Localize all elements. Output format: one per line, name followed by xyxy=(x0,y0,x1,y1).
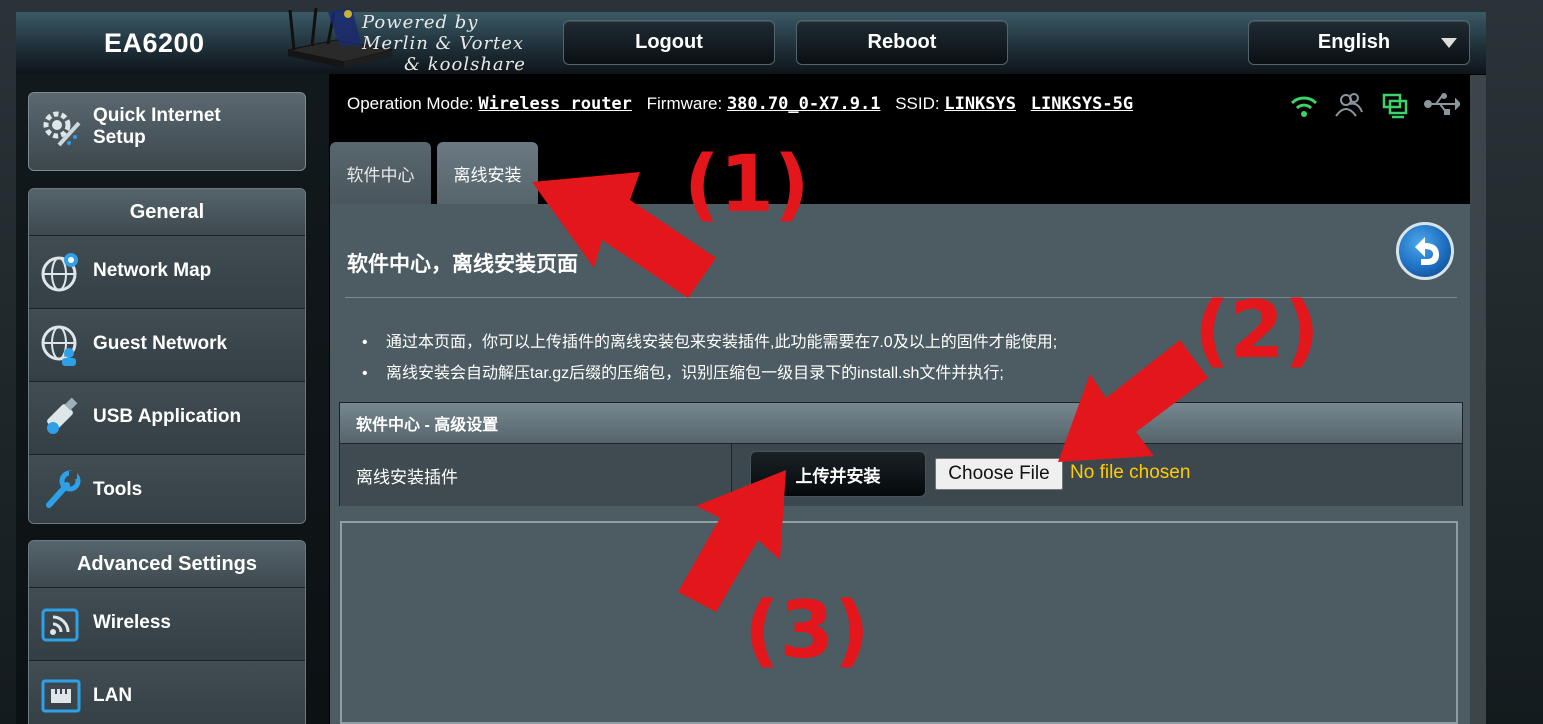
quick-setup-label: Quick Internet Setup xyxy=(93,105,221,148)
operation-mode-link[interactable]: Wireless router xyxy=(478,94,632,114)
gear-wand-icon xyxy=(43,111,81,147)
status-icons xyxy=(1290,93,1460,119)
advanced-settings-table: 软件中心 - 高级设置 离线安装插件 上传并安装 Choose File No … xyxy=(339,402,1463,506)
advanced-settings-title: Advanced Settings xyxy=(29,541,305,588)
page-title: 软件中心，离线安装页面 xyxy=(347,253,578,276)
logout-button[interactable]: Logout xyxy=(563,20,775,65)
powered-by-text: Powered by Merlin & Vortex & koolshare xyxy=(362,12,526,75)
powered-by-line-2: Merlin & Vortex xyxy=(362,33,525,54)
general-menu-title: General xyxy=(29,189,305,236)
annotation-label-3: (3) xyxy=(744,586,870,676)
offline-install-label: 离线安装插件 xyxy=(340,444,732,506)
sidebar-item-label: LAN xyxy=(93,685,133,706)
status-bar: Operation Mode: Wireless router Firmware… xyxy=(347,94,1133,114)
sidebar-item-wireless[interactable]: Wireless xyxy=(29,588,305,661)
router-model: EA6200 xyxy=(104,28,205,58)
globe-pin-icon xyxy=(41,253,78,292)
choose-file-button[interactable]: Choose File xyxy=(935,458,1063,490)
sidebar-item-guest-network[interactable]: Guest Network xyxy=(29,309,305,382)
chevron-down-icon xyxy=(1441,38,1457,48)
advanced-settings-menu: Advanced Settings Wireless LAN xyxy=(28,540,306,724)
wireless-icon xyxy=(41,608,79,642)
wrench-icon xyxy=(46,470,81,508)
back-arrow-icon xyxy=(1415,237,1439,265)
sidebar-item-usb-application[interactable]: USB Application xyxy=(29,382,305,455)
sidebar-item-network-map[interactable]: Network Map xyxy=(29,236,305,309)
usb-status-icon[interactable] xyxy=(1424,93,1460,115)
ssid-5g-link[interactable]: LINKSYS-5G xyxy=(1031,94,1133,114)
firmware-link[interactable]: 380.70_0-X7.9.1 xyxy=(727,94,881,114)
network-status-icon[interactable] xyxy=(1382,93,1408,119)
quick-internet-setup-button[interactable]: Quick Internet Setup xyxy=(28,92,306,171)
reboot-button[interactable]: Reboot xyxy=(796,20,1008,65)
info-item: 离线安装会自动解压tar.gz后缀的压缩包，识别压缩包一级目录下的install… xyxy=(362,358,1057,389)
usb-drive-icon xyxy=(47,397,78,434)
file-status-text: No file chosen xyxy=(1070,462,1191,483)
powered-by-line-3: & koolshare xyxy=(404,54,526,75)
clients-icon[interactable] xyxy=(1335,93,1363,117)
language-select[interactable]: English xyxy=(1248,20,1470,65)
info-list: 通过本页面，你可以上传插件的离线安装包来安装插件,此功能需要在7.0及以上的固件… xyxy=(362,327,1057,389)
upload-install-button[interactable]: 上传并安装 xyxy=(750,451,926,497)
table-header: 软件中心 - 高级设置 xyxy=(340,403,1462,444)
table-row: 离线安装插件 上传并安装 Choose File No file chosen xyxy=(340,444,1462,506)
annotation-label-1: (1) xyxy=(684,140,810,230)
general-menu: General Network Map Guest Network USB Ap… xyxy=(28,188,306,524)
wifi-status-icon[interactable] xyxy=(1290,96,1318,117)
ssid-label: SSID: xyxy=(895,94,940,113)
back-button[interactable] xyxy=(1396,222,1454,280)
sidebar-item-lan[interactable]: LAN xyxy=(29,661,305,724)
language-value: English xyxy=(1317,31,1391,53)
sidebar-item-label: USB Application xyxy=(93,406,242,427)
operation-mode-label: Operation Mode: xyxy=(347,94,474,113)
sidebar-item-label: Network Map xyxy=(93,260,212,281)
guest-globe-icon xyxy=(41,325,77,366)
tab-software-center[interactable]: 软件中心 xyxy=(330,142,431,204)
frame-edge xyxy=(1470,12,1486,724)
sidebar-item-label: Wireless xyxy=(93,612,171,633)
tab-offline-install[interactable]: 离线安装 xyxy=(437,142,538,204)
lan-icon xyxy=(41,679,81,713)
sidebar-item-tools[interactable]: Tools xyxy=(29,455,305,523)
info-item: 通过本页面，你可以上传插件的离线安装包来安装插件,此功能需要在7.0及以上的固件… xyxy=(362,327,1057,358)
offline-install-controls: 上传并安装 Choose File No file chosen xyxy=(732,444,1462,506)
log-textarea[interactable] xyxy=(340,521,1458,724)
ssid-2g-link[interactable]: LINKSYS xyxy=(944,94,1016,114)
firmware-label: Firmware: xyxy=(646,94,723,113)
annotation-label-2: (2) xyxy=(1194,286,1320,376)
powered-by-line-1: Powered by xyxy=(362,12,479,33)
sidebar-item-label: Tools xyxy=(93,479,143,500)
sidebar-item-label: Guest Network xyxy=(93,333,228,354)
